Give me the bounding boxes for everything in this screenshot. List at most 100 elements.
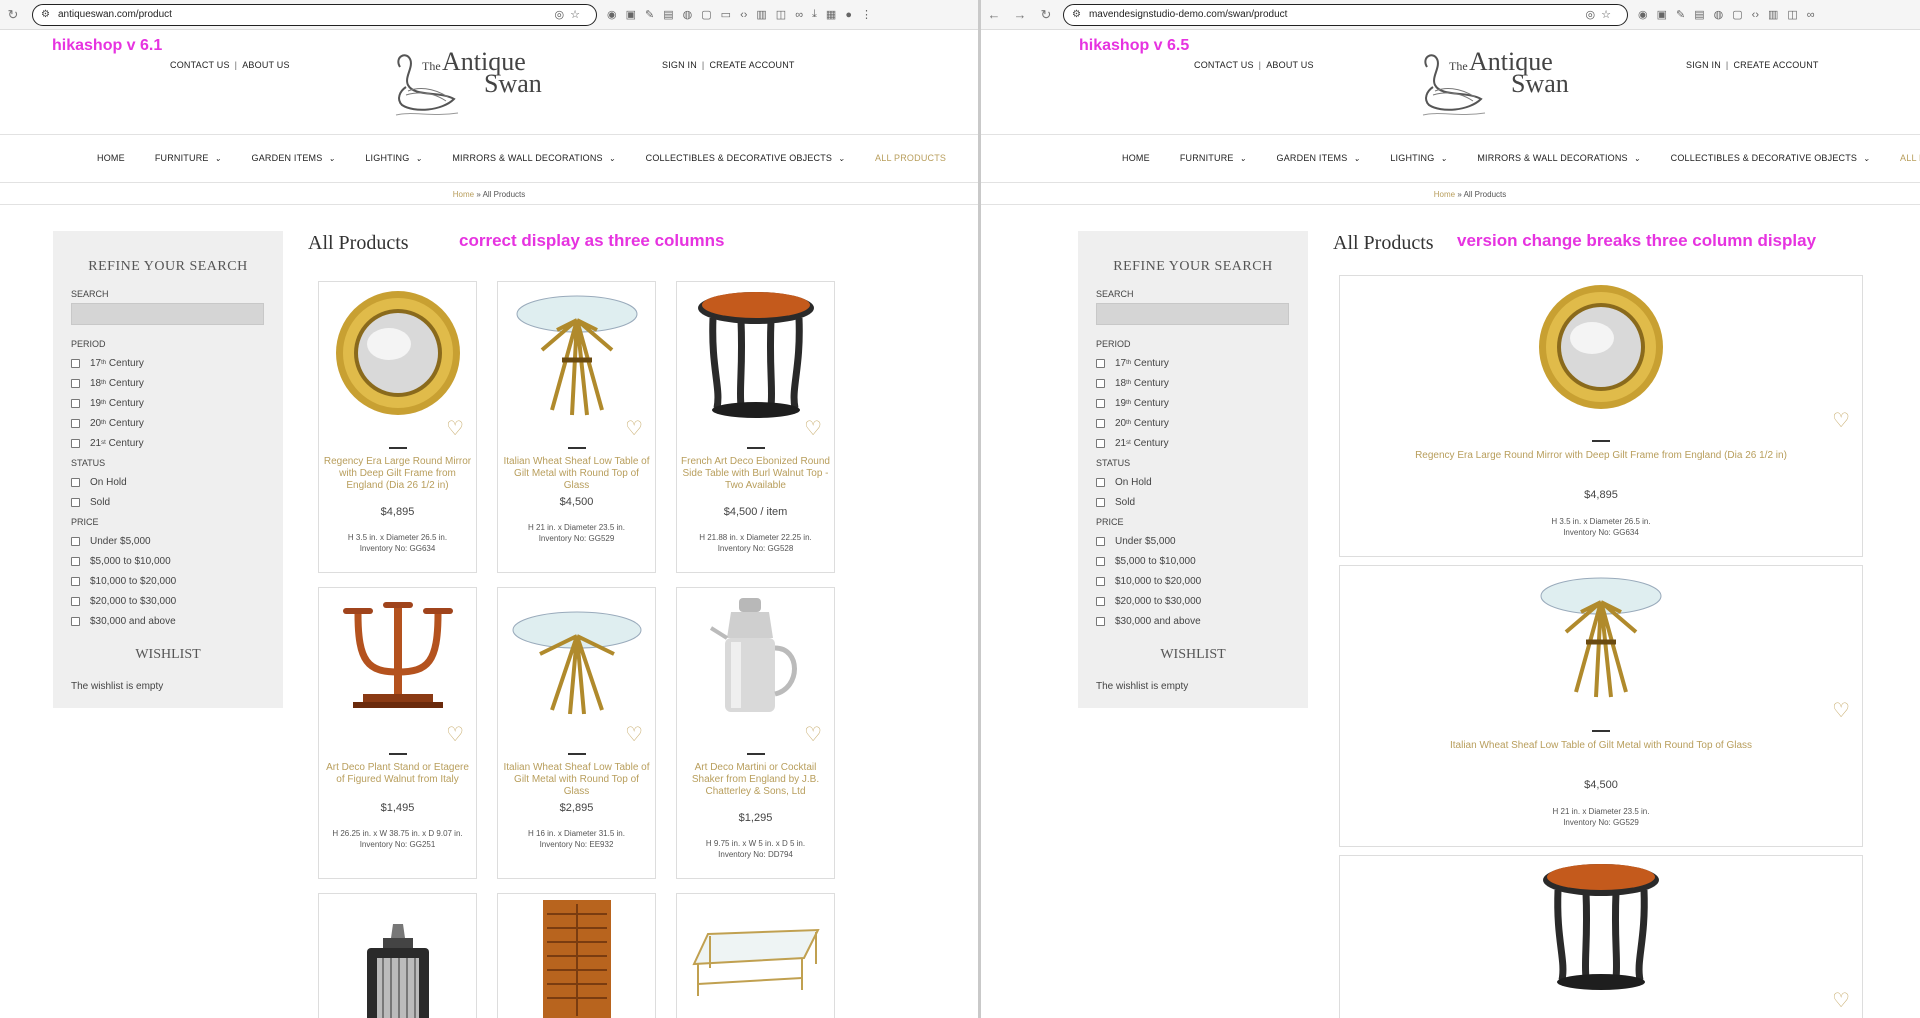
bookmark-star-icon[interactable]: ◎☆ xyxy=(1586,8,1617,21)
extension-icon[interactable]: ∞ xyxy=(795,9,803,21)
site-settings-icon[interactable]: ⚙ xyxy=(1072,9,1081,20)
product-name[interactable]: Italian Wheat Sheaf Low Table of Gilt Me… xyxy=(502,762,651,798)
extension-icon[interactable]: ▢ xyxy=(701,8,711,21)
price-option[interactable]: Under $5,000 xyxy=(71,535,265,547)
period-option[interactable]: 18th Century xyxy=(71,377,265,389)
heart-icon[interactable]: ♡ xyxy=(625,419,643,439)
product-card[interactable]: ♡ Italian Wheat Sheaf Low Table of Gilt … xyxy=(1339,565,1863,847)
price-option[interactable]: $5,000 to $10,000 xyxy=(71,555,265,567)
product-card[interactable]: ♡ Regency Era Large Round Mirror with De… xyxy=(318,281,477,573)
product-name[interactable]: Art Deco Martini or Cocktail Shaker from… xyxy=(681,762,830,798)
checkbox[interactable] xyxy=(1096,378,1105,388)
nav-garden[interactable]: GARDEN ITEMS ⌄ xyxy=(252,153,336,163)
price-option[interactable]: $20,000 to $30,000 xyxy=(1096,595,1290,607)
checkbox[interactable] xyxy=(71,616,80,626)
product-card[interactable]: ♡ Italian Wheat Sheaf Low Table of Gilt … xyxy=(497,281,656,573)
extension-icon[interactable]: ▥ xyxy=(1768,8,1778,21)
product-card[interactable]: ♡ xyxy=(1339,855,1863,1018)
download-icon[interactable]: ⤓ xyxy=(812,8,817,21)
bookmark-star-icon[interactable]: ◎☆ xyxy=(555,8,586,21)
period-option[interactable]: 19th Century xyxy=(1096,397,1290,409)
extension-icon[interactable]: ▣ xyxy=(1657,8,1667,21)
extension-icon[interactable]: ▤ xyxy=(663,8,673,21)
address-bar[interactable]: ⚙ mavendesignstudio-demo.com/swan/produc… xyxy=(1063,3,1628,26)
price-option[interactable]: $30,000 and above xyxy=(71,615,265,627)
nav-lighting[interactable]: LIGHTING ⌄ xyxy=(365,153,422,163)
heart-icon[interactable]: ♡ xyxy=(804,419,822,439)
checkbox[interactable] xyxy=(71,576,80,586)
checkbox[interactable] xyxy=(1096,576,1105,586)
back-icon[interactable]: ← xyxy=(981,7,1007,22)
extension-icon[interactable]: ◍ xyxy=(683,8,693,21)
create-account-link[interactable]: CREATE ACCOUNT xyxy=(1733,60,1818,70)
price-option[interactable]: $10,000 to $20,000 xyxy=(1096,575,1290,587)
product-name[interactable]: French Art Deco Ebonized Round Side Tabl… xyxy=(681,456,830,492)
contact-us-link[interactable]: CONTACT US xyxy=(1194,60,1254,70)
product-card[interactable] xyxy=(318,893,477,1018)
sign-in-link[interactable]: SIGN IN xyxy=(662,60,697,70)
extension-icon[interactable]: ‹› xyxy=(1752,9,1759,21)
product-name[interactable]: Regency Era Large Round Mirror with Deep… xyxy=(323,456,472,492)
extension-icon[interactable]: ◫ xyxy=(776,8,786,21)
nav-all-products[interactable]: ALL PRODUCTS xyxy=(875,153,946,163)
address-bar[interactable]: ⚙ antiqueswan.com/product ◎☆ xyxy=(32,3,597,26)
contact-us-link[interactable]: CONTACT US xyxy=(170,60,230,70)
product-card[interactable]: ♡ Regency Era Large Round Mirror with De… xyxy=(1339,275,1863,557)
period-option[interactable]: 21st Century xyxy=(71,437,265,449)
extension-icon[interactable]: ◫ xyxy=(1787,8,1797,21)
price-option[interactable]: $5,000 to $10,000 xyxy=(1096,555,1290,567)
checkbox[interactable] xyxy=(71,556,80,566)
period-option[interactable]: 20th Century xyxy=(1096,417,1290,429)
nav-garden[interactable]: GARDEN ITEMS ⌄ xyxy=(1277,153,1361,163)
breadcrumb-home[interactable]: Home xyxy=(1434,190,1455,199)
breadcrumb-home[interactable]: Home xyxy=(453,190,474,199)
site-settings-icon[interactable]: ⚙ xyxy=(41,9,50,20)
extension-icon[interactable]: ▢ xyxy=(1732,8,1742,21)
nav-furniture[interactable]: FURNITURE ⌄ xyxy=(155,153,222,163)
heart-icon[interactable]: ♡ xyxy=(1832,411,1850,431)
nav-mirrors[interactable]: MIRRORS & WALL DECORATIONS ⌄ xyxy=(1477,153,1640,163)
heart-icon[interactable]: ♡ xyxy=(1832,701,1850,721)
product-card[interactable]: ♡ Art Deco Martini or Cocktail Shaker fr… xyxy=(676,587,835,879)
price-option[interactable]: $30,000 and above xyxy=(1096,615,1290,627)
checkbox[interactable] xyxy=(71,358,80,368)
checkbox[interactable] xyxy=(71,596,80,606)
nav-all-products[interactable]: ALL PRODUCTS xyxy=(1900,153,1920,163)
profile-avatar[interactable]: ● xyxy=(845,9,852,21)
nav-furniture[interactable]: FURNITURE ⌄ xyxy=(1180,153,1247,163)
product-name[interactable]: Italian Wheat Sheaf Low Table of Gilt Me… xyxy=(1344,740,1858,752)
status-option[interactable]: On Hold xyxy=(71,476,265,488)
checkbox[interactable] xyxy=(71,398,80,408)
checkbox[interactable] xyxy=(71,477,80,487)
checkbox[interactable] xyxy=(1096,616,1105,626)
period-option[interactable]: 19th Century xyxy=(71,397,265,409)
checkbox[interactable] xyxy=(1096,536,1105,546)
checkbox[interactable] xyxy=(1096,418,1105,428)
nav-home[interactable]: HOME xyxy=(97,153,125,163)
create-account-link[interactable]: CREATE ACCOUNT xyxy=(709,60,794,70)
nav-home[interactable]: HOME xyxy=(1122,153,1150,163)
forward-icon[interactable]: → xyxy=(1007,7,1033,22)
price-option[interactable]: $10,000 to $20,000 xyxy=(71,575,265,587)
price-option[interactable]: $20,000 to $30,000 xyxy=(71,595,265,607)
checkbox[interactable] xyxy=(1096,438,1105,448)
nav-collectibles[interactable]: COLLECTIBLES & DECORATIVE OBJECTS ⌄ xyxy=(646,153,845,163)
period-option[interactable]: 17th Century xyxy=(71,357,265,369)
search-input[interactable] xyxy=(1096,303,1289,325)
product-card[interactable]: ♡ Italian Wheat Sheaf Low Table of Gilt … xyxy=(497,587,656,879)
status-option[interactable]: Sold xyxy=(1096,496,1290,508)
extension-icon[interactable]: ∞ xyxy=(1807,9,1815,21)
checkbox[interactable] xyxy=(71,418,80,428)
period-option[interactable]: 20th Century xyxy=(71,417,265,429)
checkbox[interactable] xyxy=(1096,596,1105,606)
checkbox[interactable] xyxy=(71,497,80,507)
checkbox[interactable] xyxy=(71,438,80,448)
product-name[interactable]: Regency Era Large Round Mirror with Deep… xyxy=(1344,450,1858,462)
site-logo[interactable]: The Antique Swan xyxy=(392,47,552,122)
extension-icon[interactable]: ◍ xyxy=(1714,8,1724,21)
extension-icon[interactable]: ✎ xyxy=(645,8,654,21)
heart-icon[interactable]: ♡ xyxy=(1832,991,1850,1011)
extension-icon[interactable]: ◉ xyxy=(1638,8,1648,21)
checkbox[interactable] xyxy=(1096,497,1105,507)
checkbox[interactable] xyxy=(71,378,80,388)
